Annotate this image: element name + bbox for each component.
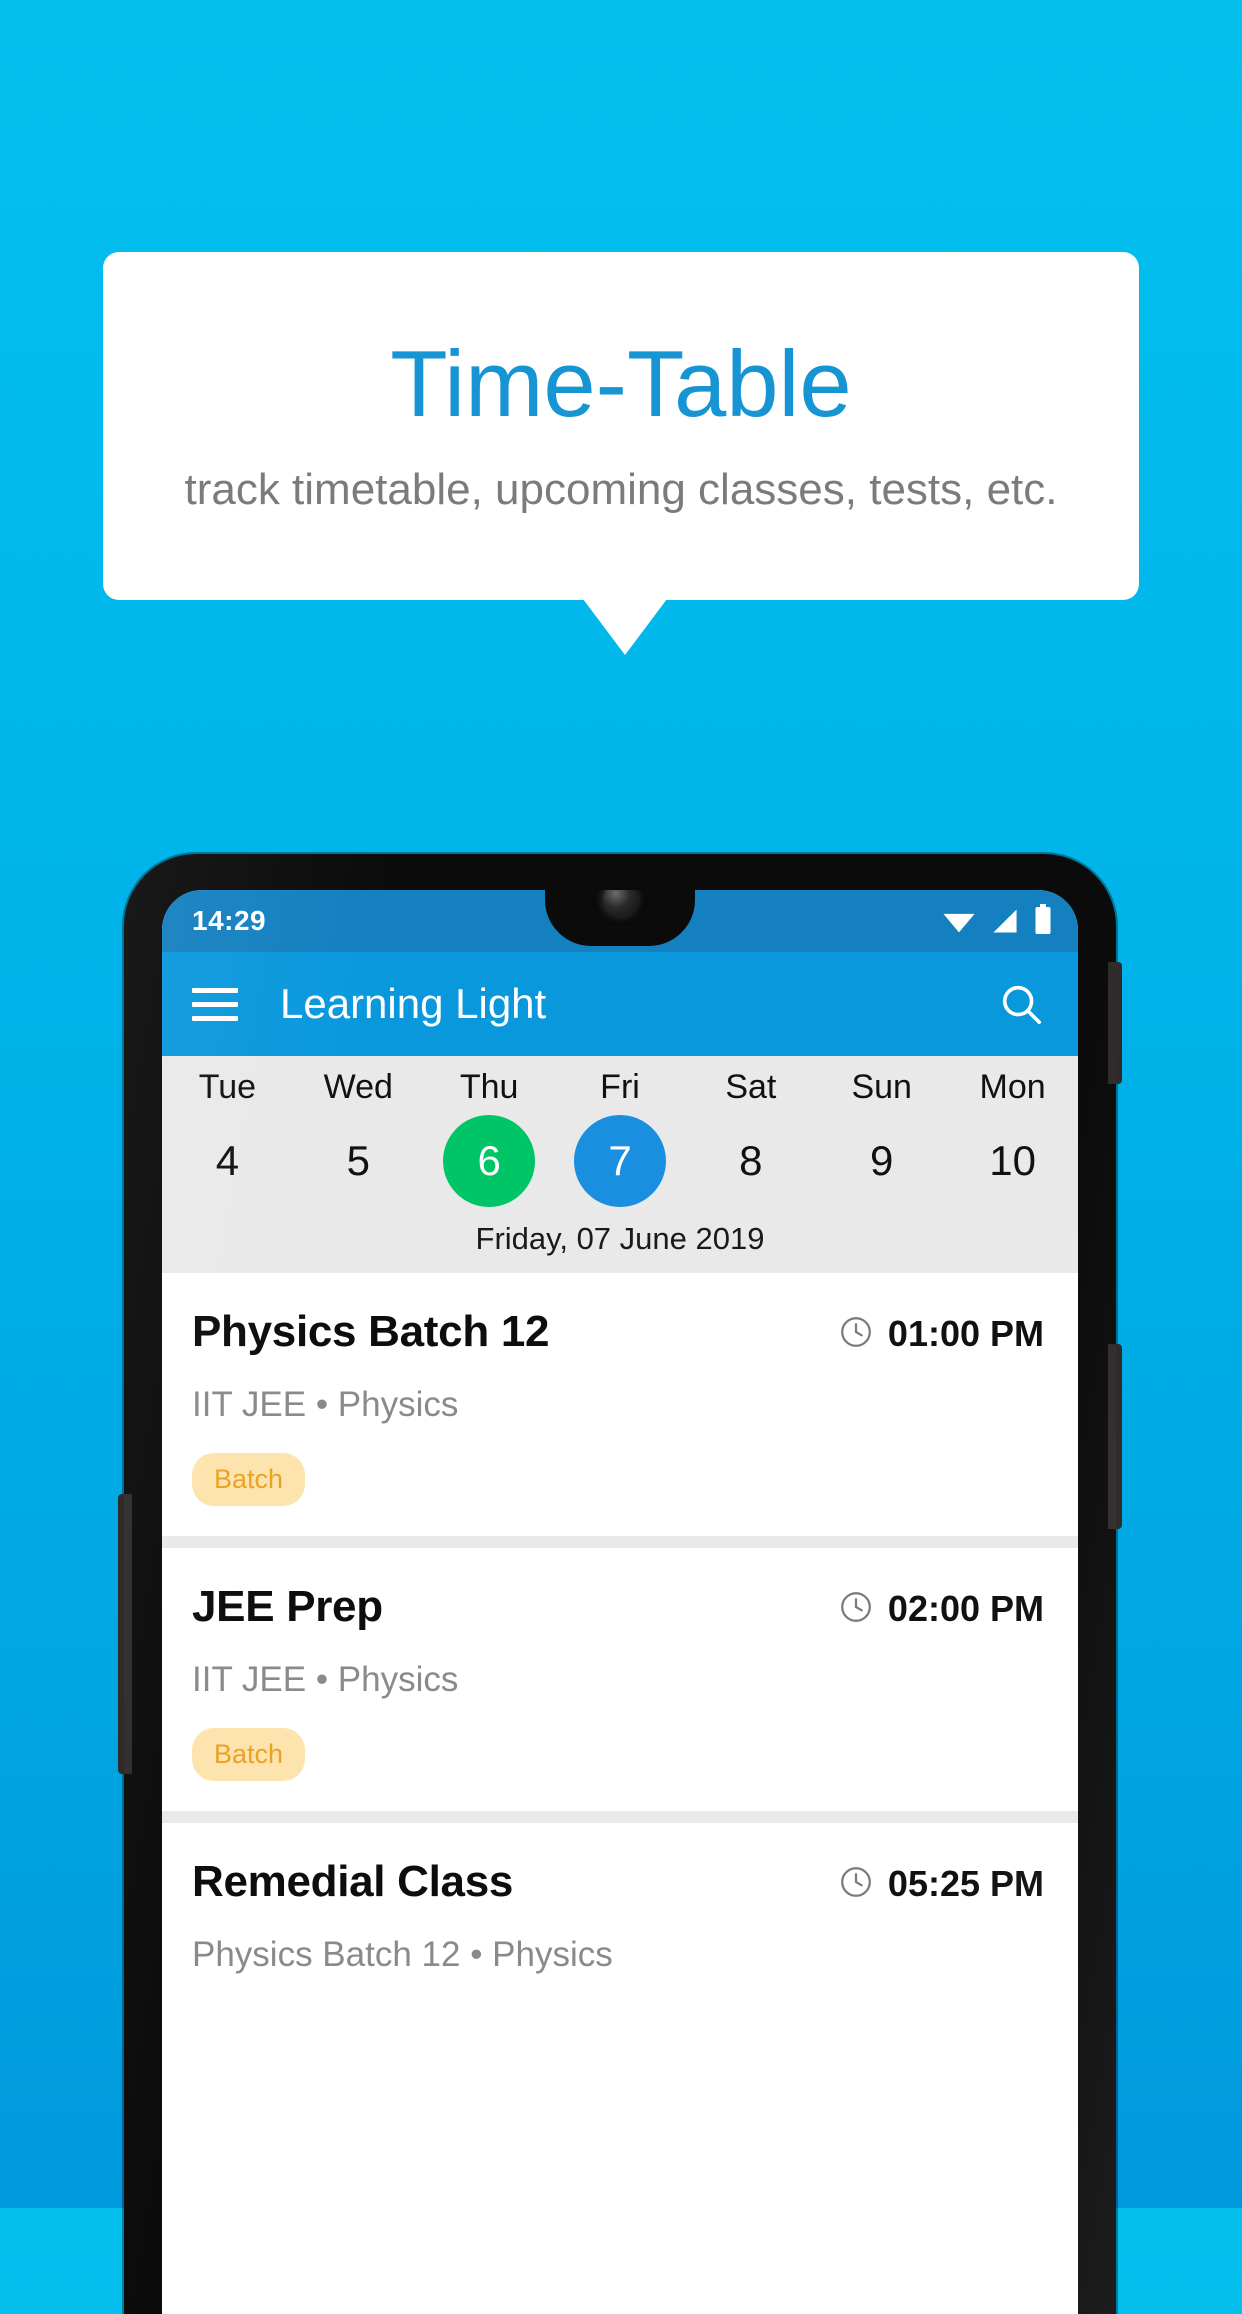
day-number: 5: [346, 1137, 370, 1184]
class-card[interactable]: Remedial Class 05:25 PM Physics Batch 12…: [162, 1823, 1078, 2005]
class-card-header: Remedial Class 05:25 PM: [192, 1857, 1044, 1907]
day-name: Thu: [459, 1068, 519, 1106]
signal-icon: [990, 908, 1020, 939]
phone-notch: [545, 890, 695, 946]
phone-screen: 14:29 Learning Light Tue 4 Wed 5 Thu 6 F…: [162, 890, 1078, 2314]
phone-power-button[interactable]: [1108, 962, 1122, 1084]
class-subtitle: IIT JEE • Physics: [192, 1660, 459, 1699]
day-name: Tue: [198, 1068, 257, 1106]
status-bar-clock: 14:29: [192, 905, 267, 936]
class-time: 02:00 PM: [838, 1582, 1044, 1630]
day-cell[interactable]: Sat 8: [685, 1068, 816, 1207]
class-subtitle: IIT JEE • Physics: [192, 1385, 459, 1424]
class-title: Remedial Class: [192, 1857, 514, 1906]
day-number: 8: [739, 1137, 763, 1184]
wifi-icon: [942, 908, 976, 939]
class-title: Physics Batch 12: [192, 1307, 550, 1356]
day-cell-selected[interactable]: Fri 7: [555, 1068, 686, 1207]
class-time-text: 05:25 PM: [887, 1863, 1044, 1904]
day-number: 4: [215, 1137, 240, 1184]
selected-date-label: Friday, 07 June 2019: [475, 1221, 765, 1256]
day-row: Tue 4 Wed 5 Thu 6 Fri 7 Sat 8 Sun 9 Mon …: [162, 1068, 1078, 1207]
class-list[interactable]: Physics Batch 12 01:00 PM IIT JEE • Phys…: [162, 1273, 1078, 2005]
date-strip: Tue 4 Wed 5 Thu 6 Fri 7 Sat 8 Sun 9 Mon …: [162, 1056, 1078, 1273]
day-name: Sun: [851, 1068, 912, 1106]
day-name: Wed: [323, 1068, 393, 1106]
day-cell[interactable]: Thu 6: [424, 1068, 555, 1207]
class-card-header: JEE Prep 02:00 PM: [192, 1582, 1044, 1632]
callout-card: Time-Table track timetable, upcoming cla…: [103, 252, 1139, 600]
day-name: Sat: [725, 1068, 777, 1106]
day-cell[interactable]: Sun 9: [816, 1068, 947, 1207]
class-title: JEE Prep: [192, 1582, 383, 1631]
class-type-badge: Batch: [192, 1453, 306, 1506]
day-number: 9: [870, 1137, 894, 1184]
day-name: Mon: [979, 1068, 1046, 1106]
clock-icon: [838, 1589, 874, 1630]
status-bar-icons: [942, 903, 1052, 939]
class-type-badge: Batch: [192, 1728, 306, 1781]
class-card-header: Physics Batch 12 01:00 PM: [192, 1307, 1044, 1357]
phone-volume-button[interactable]: [1108, 1344, 1122, 1529]
day-number-selected: 7: [574, 1115, 666, 1207]
day-number: 10: [989, 1137, 1036, 1184]
hamburger-menu-icon[interactable]: [192, 987, 238, 1021]
clock-icon: [838, 1864, 874, 1905]
callout-tail: [583, 599, 667, 655]
battery-icon: [1034, 903, 1052, 939]
phone-left-button[interactable]: [118, 1494, 132, 1774]
front-camera-icon: [603, 890, 637, 916]
class-time: 01:00 PM: [838, 1307, 1044, 1355]
class-subtitle: Physics Batch 12 • Physics: [192, 1935, 613, 1974]
class-time: 05:25 PM: [838, 1857, 1044, 1905]
page-subtitle: track timetable, upcoming classes, tests…: [184, 465, 1058, 514]
class-time-text: 01:00 PM: [887, 1313, 1044, 1354]
phone-frame: 14:29 Learning Light Tue 4 Wed 5 Thu 6 F…: [118, 854, 1122, 2314]
day-cell[interactable]: Mon 10: [947, 1068, 1078, 1207]
status-bar: 14:29: [162, 890, 1078, 952]
class-card[interactable]: Physics Batch 12 01:00 PM IIT JEE • Phys…: [162, 1273, 1078, 1536]
class-card[interactable]: JEE Prep 02:00 PM IIT JEE • Physics Batc…: [162, 1548, 1078, 1811]
app-bar: Learning Light: [162, 952, 1078, 1056]
page-title: Time-Table: [390, 331, 852, 436]
app-title: Learning Light: [280, 980, 547, 1027]
class-time-text: 02:00 PM: [887, 1588, 1044, 1629]
day-name: Fri: [600, 1068, 640, 1106]
day-number-today: 6: [443, 1115, 536, 1207]
day-cell[interactable]: Tue 4: [162, 1068, 293, 1207]
search-icon[interactable]: [998, 981, 1044, 1027]
day-cell[interactable]: Wed 5: [293, 1068, 424, 1207]
clock-icon: [838, 1314, 874, 1355]
